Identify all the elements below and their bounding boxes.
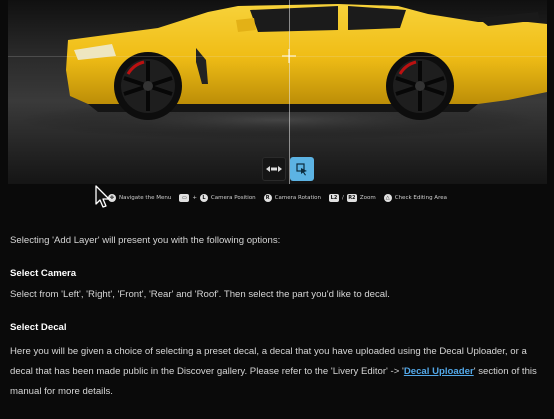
section-heading: Select Camera <box>10 268 77 279</box>
control-label: Zoom <box>359 195 376 201</box>
camera-select-button[interactable] <box>290 157 314 181</box>
vertical-guide-line <box>289 0 290 184</box>
controls-legend: ✥ Navigate the Menu ▭ + L Camera Positio… <box>8 187 547 209</box>
section-heading: Select Decal <box>10 322 67 333</box>
control-camera-rotation: R Camera Rotation <box>263 194 322 202</box>
manual-content: Selecting 'Add Layer' will present you w… <box>10 234 550 419</box>
control-joiner: / <box>342 195 344 201</box>
livery-editor-viewport[interactable] <box>8 0 547 184</box>
section-select-camera: Select Camera Select from 'Left', 'Right… <box>10 267 550 301</box>
control-label: Navigate the Menu <box>119 195 172 201</box>
triangle-button-icon: △ <box>383 194 392 202</box>
control-check-editing-area: △ Check Editing Area <box>383 194 447 202</box>
control-camera-position: ▭ + L Camera Position <box>179 194 256 202</box>
control-label: Camera Rotation <box>274 195 322 201</box>
intro-text: Selecting 'Add Layer' will present you w… <box>10 235 281 246</box>
r2-button-icon: R2 <box>346 194 357 202</box>
decal-cursor-icon <box>296 163 307 176</box>
section-body: Here you will be given a choice of selec… <box>10 346 537 397</box>
horizontal-guide-line <box>8 56 547 57</box>
move-tool-button[interactable] <box>262 157 286 181</box>
crosshair-icon[interactable] <box>282 49 296 63</box>
control-label: Check Editing Area <box>394 195 447 201</box>
control-zoom: L2 / R2 Zoom <box>329 194 376 202</box>
control-joiner: + <box>192 195 197 201</box>
move-arrows-icon <box>266 166 282 172</box>
section-body: Select from 'Left', 'Right', 'Front', 'R… <box>10 289 390 300</box>
decal-uploader-link[interactable]: Decal Uploader <box>404 366 474 377</box>
control-label: Camera Position <box>210 195 256 201</box>
right-stick-icon: R <box>263 194 272 202</box>
control-navigate: ✥ Navigate the Menu <box>108 194 171 202</box>
mouse-pointer-icon <box>95 185 110 208</box>
touchpad-icon: ▭ <box>179 194 190 202</box>
left-stick-icon: L <box>199 194 208 202</box>
section-select-decal: Select Decal Here you will be given a ch… <box>10 321 550 402</box>
l2-button-icon: L2 <box>329 194 340 202</box>
